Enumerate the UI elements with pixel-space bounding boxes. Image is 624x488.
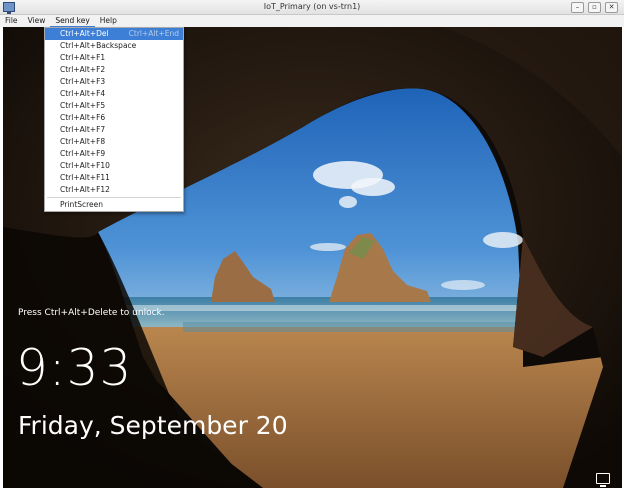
send-key-item[interactable]: Ctrl+Alt+F11	[45, 172, 183, 184]
send-key-menu: Ctrl+Alt+Del Ctrl+Alt+End Ctrl+Alt+Backs…	[44, 27, 184, 212]
send-key-item[interactable]: Ctrl+Alt+F3	[45, 76, 183, 88]
send-key-item[interactable]: Ctrl+Alt+F5	[45, 100, 183, 112]
window-title: IoT_Primary (on vs-trn1)	[263, 2, 361, 11]
menu-separator	[47, 197, 181, 198]
maximize-button[interactable]: ▫	[588, 2, 601, 13]
send-key-item[interactable]: Ctrl+Alt+F9	[45, 148, 183, 160]
menu-view[interactable]: View	[23, 15, 51, 27]
minimize-button[interactable]: –	[571, 2, 584, 13]
send-key-item[interactable]: Ctrl+Alt+F8	[45, 136, 183, 148]
menu-item-label: Ctrl+Alt+Del	[60, 29, 109, 38]
send-key-item[interactable]: Ctrl+Alt+F12	[45, 184, 183, 196]
menu-send-key[interactable]: Send key	[50, 15, 95, 27]
window-controls: – ▫ ✕	[571, 2, 618, 13]
send-key-item[interactable]: Ctrl+Alt+F1	[45, 52, 183, 64]
lock-screen-time: 9:33	[16, 339, 133, 397]
menu-bar: File View Send key Help	[0, 15, 624, 27]
send-ctrl-alt-del[interactable]: Ctrl+Alt+Del Ctrl+Alt+End	[45, 28, 183, 40]
unlock-hint: Press Ctrl+Alt+Delete to unlock.	[18, 308, 165, 318]
menu-item-accelerator: Ctrl+Alt+End	[128, 29, 179, 38]
send-printscreen[interactable]: PrintScreen	[45, 199, 183, 211]
send-key-item[interactable]: Ctrl+Alt+F4	[45, 88, 183, 100]
send-key-item[interactable]: Ctrl+Alt+F10	[45, 160, 183, 172]
send-key-item[interactable]: Ctrl+Alt+F7	[45, 124, 183, 136]
menu-help[interactable]: Help	[95, 15, 122, 27]
title-bar: IoT_Primary (on vs-trn1) – ▫ ✕	[0, 0, 624, 15]
send-key-item[interactable]: Ctrl+Alt+Backspace	[45, 40, 183, 52]
menu-file[interactable]: File	[0, 15, 23, 27]
lock-screen-date: Friday, September 20	[18, 411, 288, 440]
send-key-item[interactable]: Ctrl+Alt+F6	[45, 112, 183, 124]
send-key-item[interactable]: Ctrl+Alt+F2	[45, 64, 183, 76]
monitor-icon[interactable]	[596, 473, 610, 487]
close-button[interactable]: ✕	[605, 2, 618, 13]
